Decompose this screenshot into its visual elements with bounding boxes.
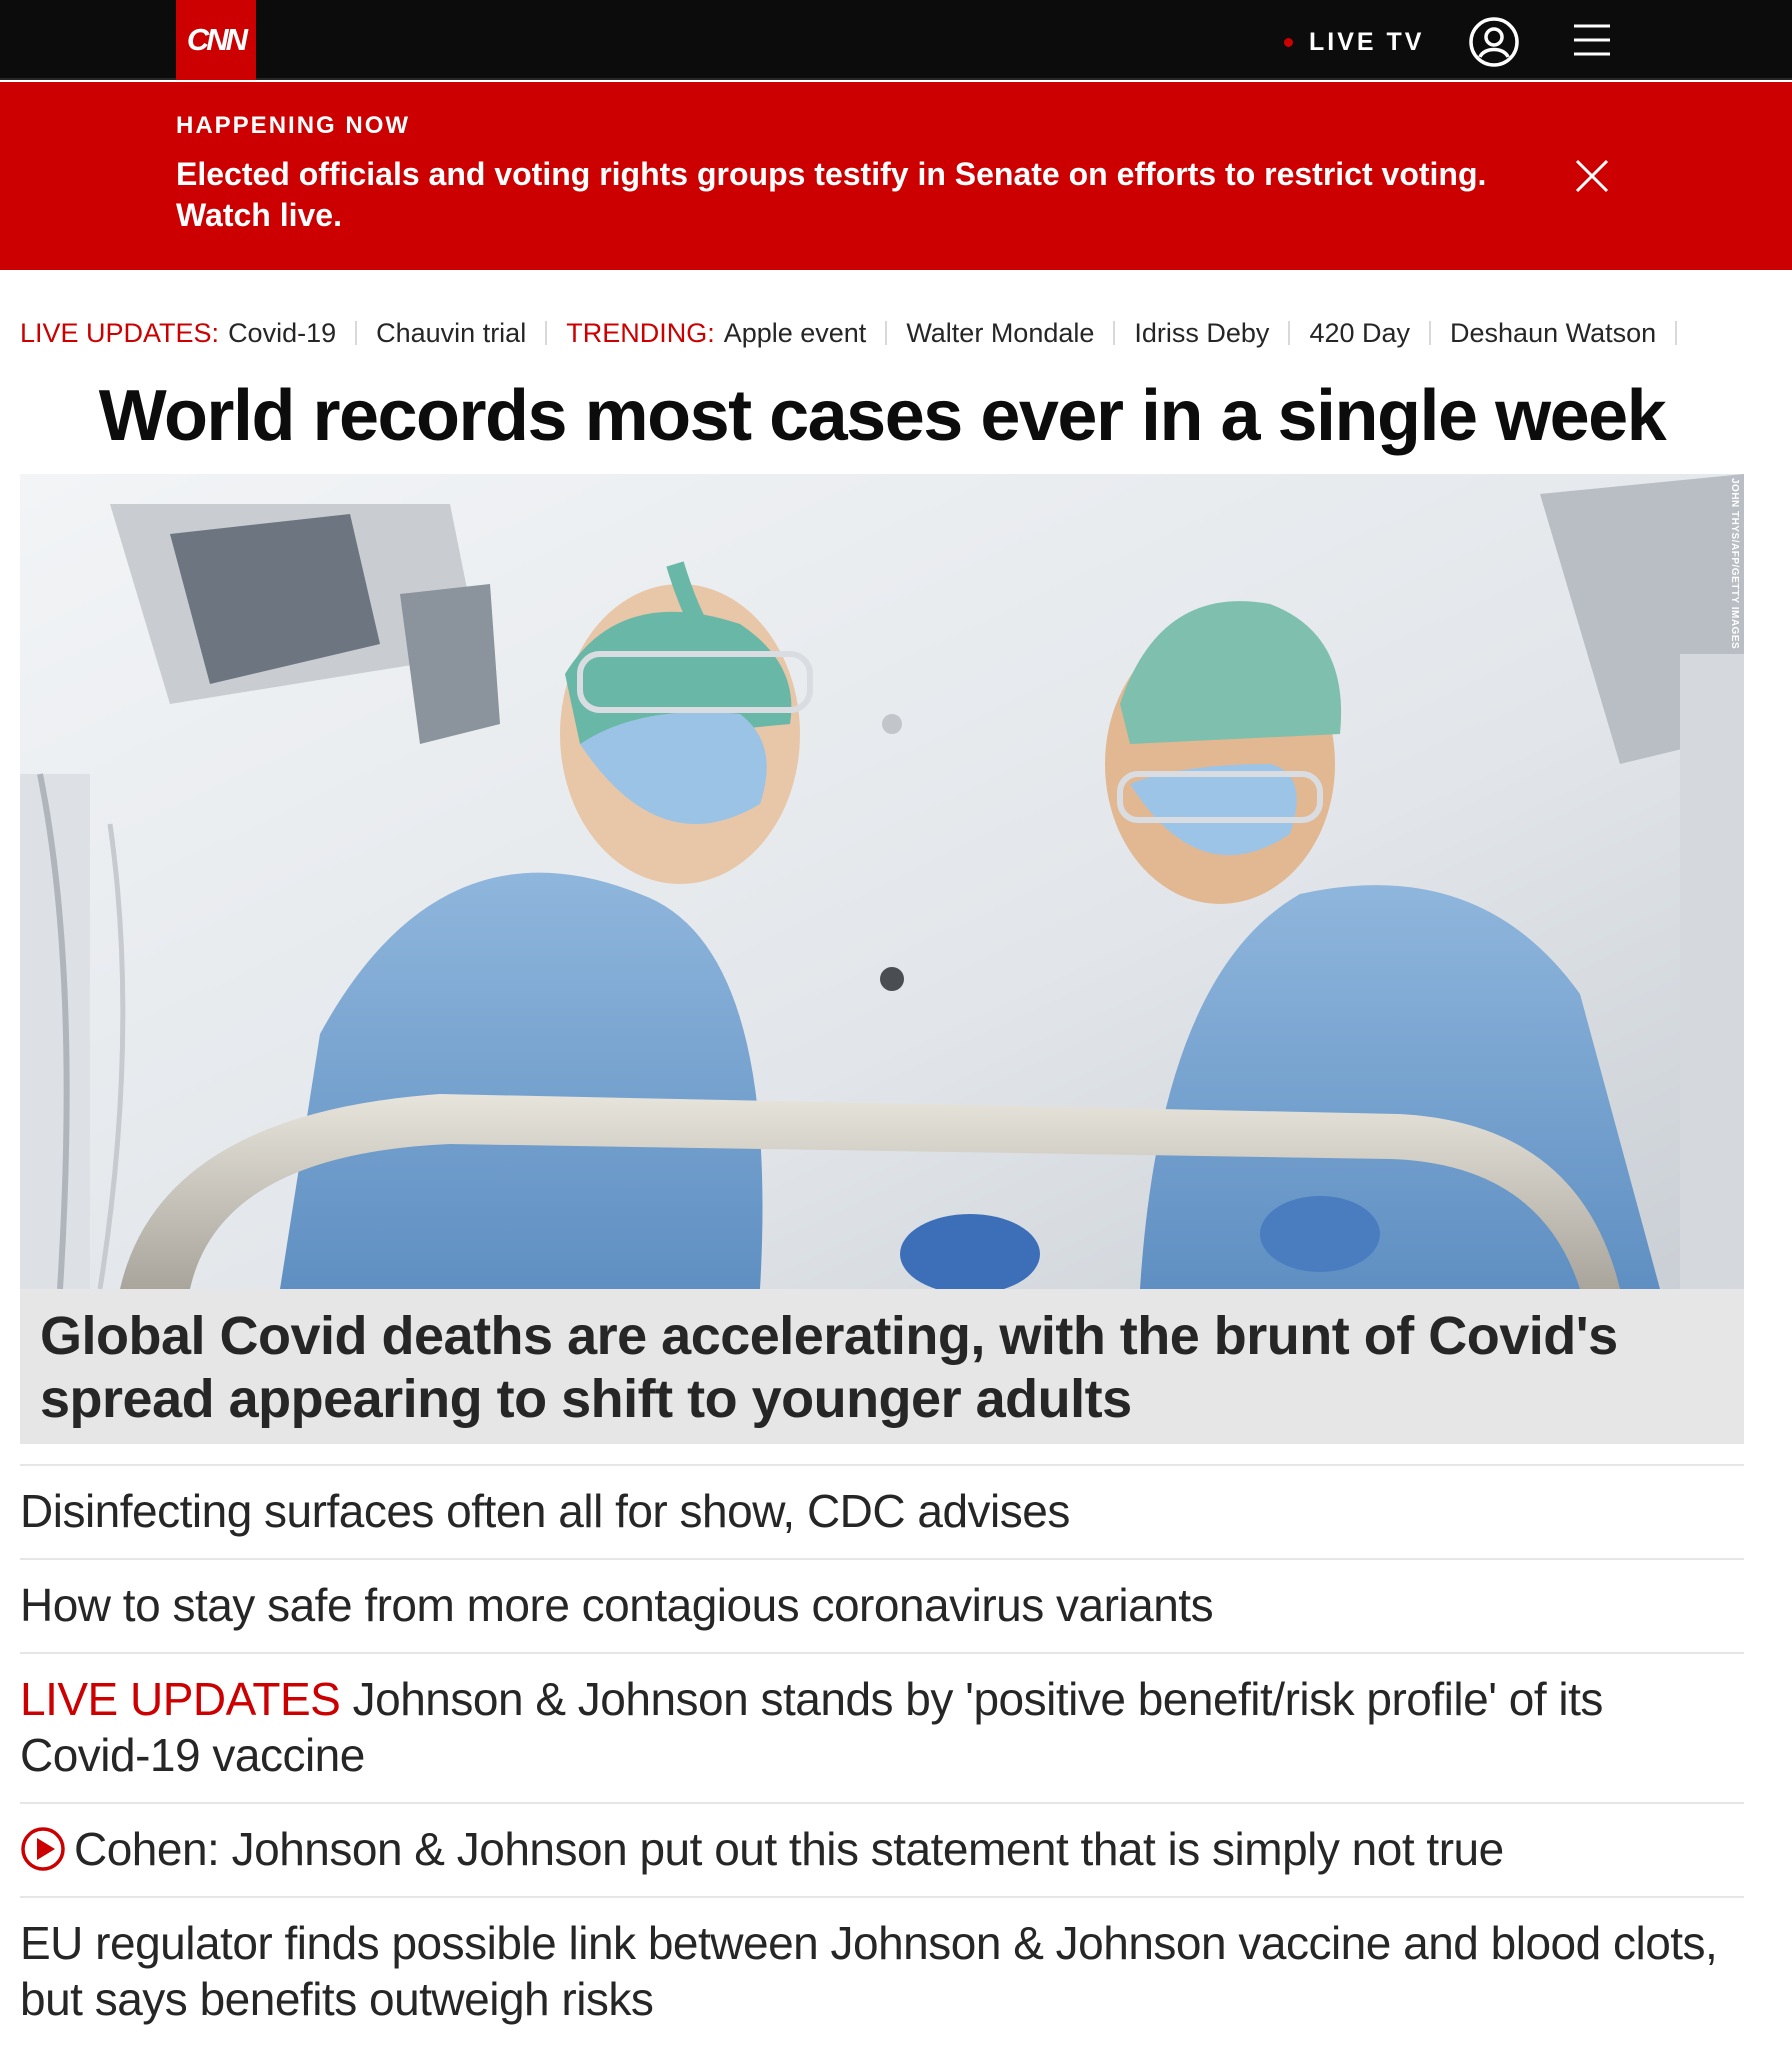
list-item[interactable]: Disinfecting surfaces often all for show… [20,1464,1744,1558]
trending-label: TRENDING: [566,317,715,348]
list-item[interactable]: LIVE UPDATES Johnson & Johnson stands by… [20,1652,1744,1802]
list-item[interactable]: How to stay safe from more contagious co… [20,1558,1744,1652]
menu-icon[interactable] [1572,22,1612,58]
trending-item-covid[interactable]: Covid-19 [228,318,336,349]
list-item[interactable]: EU regulator finds possible link between… [20,1896,1744,2046]
story-headline: Disinfecting surfaces often all for show… [20,1485,1070,1537]
cnn-logo[interactable]: CNN [176,0,256,80]
close-icon[interactable] [1574,158,1610,194]
story-list: Disinfecting surfaces often all for show… [20,1464,1744,2046]
user-icon[interactable] [1468,16,1520,68]
play-icon [21,1827,65,1871]
hero-caption[interactable]: Global Covid deaths are accelerating, wi… [20,1289,1744,1444]
banner-headline[interactable]: Elected officials and voting rights grou… [176,154,1556,236]
story-headline: How to stay safe from more contagious co… [20,1579,1214,1631]
separator [545,321,548,345]
page-title[interactable]: World records most cases ever in a singl… [0,374,1764,458]
separator [1675,321,1678,345]
story-headline: EU regulator finds possible link between… [20,1917,1718,2025]
trending-item-watson[interactable]: Deshaun Watson [1450,318,1656,349]
trending-item-apple[interactable]: Apple event [724,318,867,349]
trending-item-chauvin[interactable]: Chauvin trial [376,318,526,349]
live-dot-icon [1284,37,1293,47]
trending-item-420[interactable]: 420 Day [1309,318,1410,349]
photo-credit: JOHN THYS/AFP/GETTY IMAGES [1729,478,1740,650]
happening-now-banner[interactable]: HAPPENING NOW Elected officials and voti… [0,82,1792,270]
banner-kicker: HAPPENING NOW [176,112,411,139]
live-tv-label: LIVE TV [1309,27,1425,56]
separator [1288,321,1291,345]
live-updates-tag: LIVE UPDATES [20,1673,341,1725]
top-nav: CNN LIVE TV [0,0,1792,80]
story-headline: Cohen: Johnson & Johnson put out this st… [74,1823,1504,1875]
trending-bar: LIVE UPDATES: Covid-19 Chauvin trial TRE… [20,312,1696,354]
hero-image[interactable] [20,474,1744,1289]
live-updates-label: LIVE UPDATES: [20,317,220,348]
separator [1429,321,1432,345]
live-tv-link[interactable]: LIVE TV [1284,22,1424,62]
list-item[interactable]: Cohen: Johnson & Johnson put out this st… [20,1802,1744,1896]
logo-text: CNN [186,22,248,57]
hero-caption-text: Global Covid deaths are accelerating, wi… [40,1306,1618,1429]
trending-item-mondale[interactable]: Walter Mondale [906,318,1094,349]
trending-item-deby[interactable]: Idriss Deby [1134,318,1269,349]
separator [1113,321,1116,345]
separator [355,321,358,345]
separator [885,321,888,345]
